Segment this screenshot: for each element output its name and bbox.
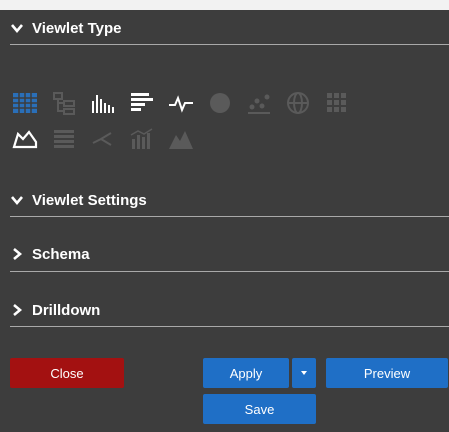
- mountain-icon[interactable]: [166, 124, 196, 154]
- heatmap-icon[interactable]: [322, 88, 352, 118]
- chevron-right-icon: [13, 304, 23, 316]
- apply-dropdown-button[interactable]: [292, 358, 316, 388]
- section-viewlet-settings[interactable]: Viewlet Settings: [10, 188, 449, 212]
- divider: [10, 44, 449, 45]
- chevron-right-icon: [13, 248, 23, 260]
- divider: [10, 216, 449, 217]
- save-button[interactable]: Save: [203, 394, 316, 424]
- pie-chart-icon[interactable]: [205, 88, 235, 118]
- close-button[interactable]: Close: [10, 358, 124, 388]
- section-label: Viewlet Type: [32, 19, 122, 37]
- column-line-icon[interactable]: [127, 124, 157, 154]
- chart-type-row-1: [10, 88, 352, 118]
- bar-chart-icon[interactable]: [88, 88, 118, 118]
- caret-down-icon: [301, 371, 307, 375]
- viewlet-editor-panel: Viewlet Type Viewlet Settings Schema Dri…: [0, 0, 449, 432]
- grid-table-icon[interactable]: [10, 88, 40, 118]
- network-icon[interactable]: [88, 124, 118, 154]
- chevron-down-icon: [11, 196, 23, 206]
- top-strip: [0, 0, 449, 10]
- line-chart-icon[interactable]: [166, 88, 196, 118]
- section-drilldown[interactable]: Drilldown: [10, 298, 449, 322]
- divider: [10, 271, 449, 272]
- area-chart-icon[interactable]: [10, 124, 40, 154]
- tree-icon[interactable]: [49, 88, 79, 118]
- section-label: Viewlet Settings: [32, 191, 147, 209]
- section-schema[interactable]: Schema: [10, 242, 449, 266]
- chevron-down-icon: [11, 24, 23, 34]
- list-icon[interactable]: [49, 124, 79, 154]
- globe-icon[interactable]: [283, 88, 313, 118]
- apply-button[interactable]: Apply: [203, 358, 289, 388]
- chart-type-row-2: [10, 124, 196, 154]
- section-label: Drilldown: [32, 301, 101, 319]
- scatter-icon[interactable]: [244, 88, 274, 118]
- divider: [10, 326, 449, 327]
- section-viewlet-type[interactable]: Viewlet Type: [10, 16, 449, 40]
- preview-button[interactable]: Preview: [326, 358, 448, 388]
- horizontal-bar-icon[interactable]: [127, 88, 157, 118]
- section-label: Schema: [32, 245, 90, 263]
